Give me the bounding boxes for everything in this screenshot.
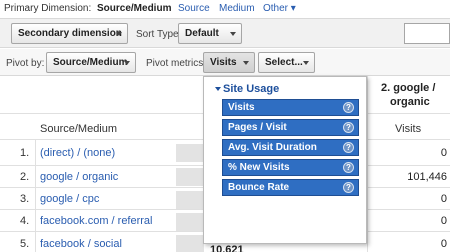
- pivot-metrics-menu: Site Usage Visits ? Pages / Visit ? Avg.…: [203, 76, 367, 244]
- chevron-down-icon: [124, 61, 130, 65]
- row-number: 5.: [20, 238, 30, 250]
- pivot-by-value: Source/Medium: [53, 57, 128, 68]
- sort-type-dropdown[interactable]: Default: [178, 23, 242, 44]
- row-value: 101,446: [407, 171, 447, 183]
- row-source-link[interactable]: (direct) / (none): [40, 147, 115, 159]
- pivot-metric-value: Visits: [210, 57, 237, 68]
- primary-dimension-current: Source/Medium: [97, 3, 172, 14]
- sort-type-label: Sort Type:: [136, 29, 182, 40]
- search-input[interactable]: [404, 23, 450, 44]
- table-controls: Secondary dimension Sort Type: Default: [0, 18, 450, 48]
- row-value: 0: [440, 147, 447, 159]
- secondary-dimension-label: Secondary dimension: [18, 28, 122, 39]
- other-link-label: Other: [263, 3, 289, 14]
- pivot-by-dropdown[interactable]: Source/Medium: [46, 52, 136, 73]
- cell-shade: [176, 144, 204, 162]
- menu-item-new-visits[interactable]: % New Visits ?: [222, 159, 359, 176]
- sort-type-value: Default: [185, 28, 219, 39]
- cell-shade: [176, 191, 204, 209]
- menu-item-visits[interactable]: Visits ?: [222, 99, 359, 116]
- menu-item-label: Avg. Visit Duration: [228, 142, 317, 153]
- pivot-metric-dropdown[interactable]: Visits: [203, 52, 255, 73]
- help-icon[interactable]: ?: [343, 122, 354, 133]
- row-source-link[interactable]: facebook / social: [40, 238, 122, 250]
- chevron-down-icon: [230, 32, 236, 36]
- secondary-dimension-button[interactable]: Secondary dimension: [11, 23, 128, 44]
- primary-dimension-medium-link[interactable]: Medium: [219, 3, 255, 14]
- source-medium-column-header[interactable]: Source/Medium: [40, 123, 117, 135]
- menu-item-label: Pages / Visit: [228, 122, 287, 133]
- chevron-down-icon: [243, 61, 249, 65]
- menu-item-label: % New Visits: [228, 162, 290, 173]
- help-icon[interactable]: ?: [343, 182, 354, 193]
- primary-dimension-label: Primary Dimension:: [4, 3, 92, 14]
- help-icon[interactable]: ?: [343, 102, 354, 113]
- expand-caret-icon[interactable]: [215, 87, 221, 91]
- cell-shade: [176, 168, 204, 186]
- column-divider: [35, 139, 36, 252]
- row-source-link[interactable]: google / cpc: [40, 193, 99, 205]
- menu-item-avg-visit-duration[interactable]: Avg. Visit Duration ?: [222, 139, 359, 156]
- row-source-link[interactable]: google / organic: [40, 171, 118, 183]
- cell-shade: [176, 213, 204, 231]
- row-number: 3.: [20, 193, 30, 205]
- help-icon[interactable]: ?: [343, 142, 354, 153]
- menu-group-site-usage[interactable]: Site Usage: [223, 83, 279, 95]
- partially-hidden-value: 10,621: [210, 244, 244, 252]
- cell-shade: [176, 235, 204, 252]
- pivot-column-header: 2. google /: [381, 82, 436, 94]
- pivot-metrics-label: Pivot metrics:: [146, 58, 207, 69]
- pivot-column-header-line2: organic: [390, 96, 430, 108]
- row-value: 0: [440, 193, 447, 205]
- row-number: 4.: [20, 215, 30, 227]
- row-number: 2.: [20, 171, 30, 183]
- visits-column-header[interactable]: Visits: [395, 123, 421, 135]
- primary-dimension-other-link[interactable]: Other ▾: [263, 3, 296, 14]
- pivot-controls: Pivot by: Source/Medium Pivot metrics: V…: [0, 49, 450, 76]
- second-metric-placeholder: Select...: [265, 57, 303, 68]
- row-number: 1.: [20, 147, 30, 159]
- menu-item-bounce-rate[interactable]: Bounce Rate ?: [222, 179, 359, 196]
- row-value: 0: [440, 215, 447, 227]
- column-divider: [367, 76, 368, 252]
- menu-item-label: Bounce Rate: [228, 182, 290, 193]
- second-metric-dropdown[interactable]: Select...: [258, 52, 315, 73]
- menu-item-pages-per-visit[interactable]: Pages / Visit ?: [222, 119, 359, 136]
- pivot-by-label: Pivot by:: [6, 58, 45, 69]
- help-icon[interactable]: ?: [343, 162, 354, 173]
- chevron-down-icon: [303, 61, 309, 65]
- row-source-link[interactable]: facebook.com / referral: [40, 215, 153, 227]
- chevron-down-icon: [116, 32, 122, 36]
- primary-dimension-source-link[interactable]: Source: [178, 3, 210, 14]
- chevron-down-icon: ▾: [290, 3, 296, 14]
- row-value: 0: [440, 238, 447, 250]
- menu-item-label: Visits: [228, 102, 255, 113]
- primary-dimension-bar: Primary Dimension: Source/Medium Source …: [0, 0, 450, 16]
